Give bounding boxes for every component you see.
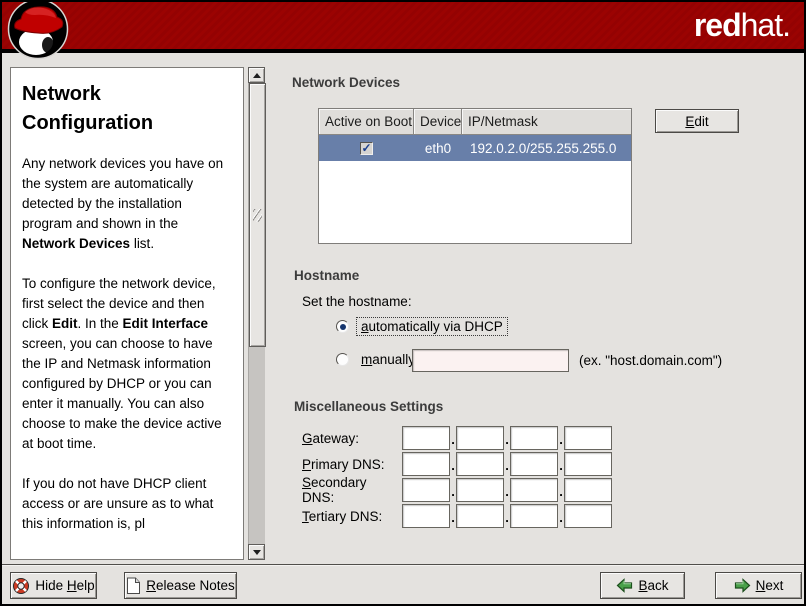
hostname-title: Hostname: [294, 268, 359, 283]
release-notes-button[interactable]: Release Notes: [124, 572, 237, 599]
device-cell: eth0: [414, 141, 462, 156]
scrollbar-up-button[interactable]: [248, 67, 265, 83]
tertiary-dns-label: Tertiary DNS:: [302, 509, 402, 524]
help-title: Network Configuration: [22, 80, 231, 138]
gateway-octet-1[interactable]: [402, 426, 450, 450]
header-divider: [2, 49, 804, 53]
redhat-wordmark: redhat.: [694, 7, 790, 44]
scrollbar-grip-icon: [253, 209, 262, 222]
table-header-row: Active on Boot Device IP/Netmask: [319, 109, 631, 135]
tertiary-dns-octet-3[interactable]: [510, 504, 558, 528]
primary-dns-octet-2[interactable]: [456, 452, 504, 476]
tertiary-dns-octet-2[interactable]: [456, 504, 504, 528]
help-paragraph-2: To configure the network device, first s…: [22, 274, 231, 454]
column-header-ip-netmask[interactable]: IP/Netmask: [462, 109, 631, 135]
next-button[interactable]: Next: [715, 572, 802, 599]
secondary-dns-octet-3[interactable]: [510, 478, 558, 502]
secondary-dns-octet-1[interactable]: [402, 478, 450, 502]
column-header-active-on-boot[interactable]: Active on Boot: [319, 109, 414, 135]
back-arrow-icon: [616, 578, 633, 593]
back-button[interactable]: Back: [600, 572, 685, 599]
help-paragraph-3: If you do not have DHCP client access or…: [22, 474, 231, 534]
life-preserver-icon: [12, 577, 30, 595]
scrollbar-thumb[interactable]: [249, 83, 266, 347]
secondary-dns-octet-2[interactable]: [456, 478, 504, 502]
brand-bold: red: [694, 7, 741, 43]
secondary-dns-row: Secondary DNS: . . .: [302, 478, 612, 502]
gateway-label: Gateway:: [302, 431, 402, 446]
scrollbar-down-icon: [253, 550, 261, 555]
gateway-row: Gateway: . . .: [302, 426, 612, 450]
hostname-hint: (ex. "host.domain.com"): [579, 353, 722, 368]
secondary-dns-octet-4[interactable]: [564, 478, 612, 502]
primary-dns-octet-1[interactable]: [402, 452, 450, 476]
scrollbar-track[interactable]: [248, 83, 265, 544]
column-header-device[interactable]: Device: [414, 109, 462, 135]
primary-dns-label: Primary DNS:: [302, 457, 402, 472]
hostname-auto-option[interactable]: automatically via DHCP: [336, 317, 508, 336]
scrollbar-up-icon: [253, 73, 261, 78]
header-banner: [2, 2, 804, 49]
tertiary-dns-octet-4[interactable]: [564, 504, 612, 528]
help-paragraph-1: Any network devices you have on the syst…: [22, 154, 231, 254]
set-hostname-label: Set the hostname:: [302, 294, 412, 309]
misc-settings-title: Miscellaneous Settings: [294, 399, 443, 414]
network-devices-table: Active on Boot Device IP/Netmask ✓ eth0 …: [318, 108, 632, 244]
radio-manually-label[interactable]: manually: [356, 350, 420, 369]
hostname-input[interactable]: [412, 349, 569, 372]
primary-dns-octet-3[interactable]: [510, 452, 558, 476]
edit-button[interactable]: Edit: [655, 109, 739, 133]
radio-manually[interactable]: [336, 353, 349, 366]
help-scrollbar[interactable]: [248, 67, 265, 560]
gateway-octet-3[interactable]: [510, 426, 558, 450]
redhat-shadowman-logo: [5, 2, 71, 61]
tertiary-dns-octet-1[interactable]: [402, 504, 450, 528]
network-devices-title: Network Devices: [292, 75, 400, 90]
document-icon: [126, 577, 141, 595]
radio-auto-dhcp-label[interactable]: automatically via DHCP: [356, 317, 508, 336]
hide-help-button[interactable]: Hide Help: [10, 572, 97, 599]
next-arrow-icon: [734, 578, 751, 593]
primary-dns-row: Primary DNS: . . .: [302, 452, 612, 476]
brand-light: hat.: [741, 7, 790, 43]
active-on-boot-checkbox[interactable]: ✓: [360, 142, 373, 155]
gateway-octet-2[interactable]: [456, 426, 504, 450]
help-panel: Network Configuration Any network device…: [10, 67, 244, 560]
gateway-octet-4[interactable]: [564, 426, 612, 450]
table-row-eth0[interactable]: ✓ eth0 192.0.2.0/255.255.255.0: [319, 135, 631, 161]
installer-window: redhat. Network Configuration Any networ…: [0, 0, 806, 606]
ip-netmask-cell: 192.0.2.0/255.255.255.0: [462, 141, 616, 156]
tertiary-dns-row: Tertiary DNS: . . .: [302, 504, 612, 528]
secondary-dns-label: Secondary DNS:: [302, 475, 402, 505]
hostname-manual-option[interactable]: manually: [336, 350, 420, 369]
primary-dns-octet-4[interactable]: [564, 452, 612, 476]
radio-auto-dhcp[interactable]: [336, 320, 349, 333]
scrollbar-down-button[interactable]: [248, 544, 265, 560]
